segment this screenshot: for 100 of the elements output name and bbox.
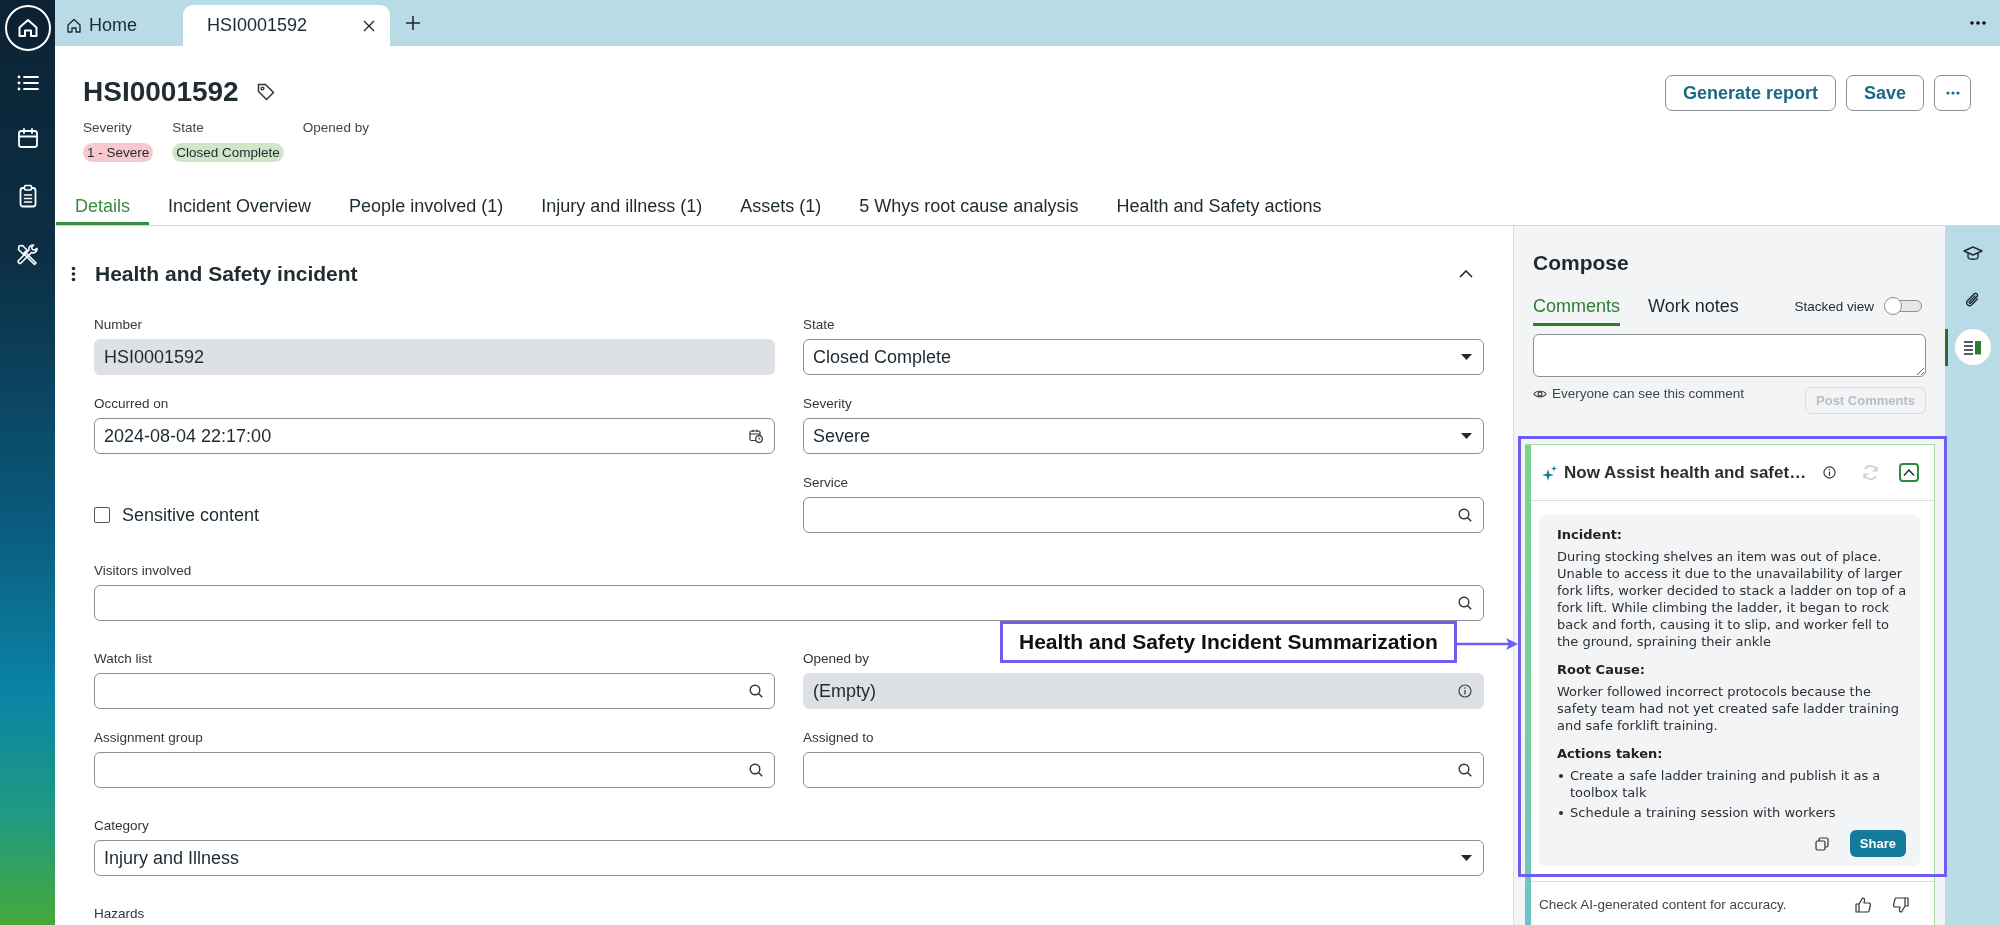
meta-label: State (172, 120, 204, 136)
field-label: Number (94, 317, 143, 333)
record-tab[interactable]: Assets (1) (721, 190, 841, 225)
tag-icon[interactable] (256, 83, 275, 101)
bullet-icon (1559, 774, 1563, 778)
share-button[interactable]: Share (1849, 830, 1906, 857)
visibility-note: Everyone can see this comment (1552, 386, 1745, 402)
lookup-field[interactable] (94, 752, 775, 788)
more-icon (1945, 91, 1960, 95)
record-tab[interactable]: Injury and illness (1) (522, 190, 722, 225)
more-button[interactable] (1934, 75, 1971, 111)
callout-label: Health and Safety Incident Summarization (1000, 621, 1457, 663)
lookup-field[interactable] (94, 673, 775, 709)
lookup-field[interactable] (803, 497, 1484, 533)
clipboard-icon[interactable] (17, 184, 38, 208)
summary-heading: Root Cause: (1557, 661, 1646, 678)
card-title: Now Assist health and safet… (1564, 462, 1807, 483)
meta-label: Severity (83, 120, 132, 136)
record-title: HSI0001592 (83, 76, 239, 108)
field-label: Service (803, 475, 849, 491)
eye-icon (1533, 389, 1547, 399)
toggle-switch[interactable] (1884, 297, 1922, 315)
record-tab[interactable]: Incident Overview (149, 190, 331, 225)
info-icon[interactable] (1823, 466, 1837, 479)
home-icon (67, 18, 81, 33)
collapse-button[interactable] (1899, 463, 1919, 482)
paperclip-icon (1965, 291, 1980, 309)
compose-tab[interactable]: Comments (1533, 288, 1621, 326)
checkbox[interactable] (94, 507, 110, 523)
status-badge: Closed Complete (172, 143, 284, 162)
home-icon[interactable] (4, 5, 51, 51)
rail-button[interactable] (1954, 329, 1991, 365)
field-label: Severity (803, 396, 853, 412)
summary-heading: Incident: (1557, 526, 1624, 543)
kebab-icon[interactable] (71, 266, 76, 282)
calendar-clock-icon[interactable] (749, 429, 763, 443)
summary-heading: Actions taken: (1557, 745, 1664, 762)
disclaimer-text: Check AI-generated content for accuracy. (1539, 896, 1787, 914)
sparkle-icon (1542, 464, 1557, 481)
caret-down-icon (1461, 433, 1472, 439)
select-field[interactable]: Closed Complete (803, 339, 1484, 375)
field-label: Assigned to (803, 730, 875, 746)
close-icon[interactable] (363, 19, 376, 32)
date-field[interactable]: 2024-08-04 22:17:00 (94, 418, 775, 454)
list-item-text: Create a safe ladder training and publish it as a toolbox talk (1570, 767, 1882, 801)
record-tab[interactable]: People involved (1) (330, 190, 523, 225)
lookup-field[interactable] (803, 752, 1484, 788)
action-button[interactable]: Save (1845, 75, 1924, 111)
list-item-text: Schedule a training session with workers (1570, 804, 1836, 821)
readonly-field: (Empty) (803, 673, 1484, 709)
select-field[interactable]: Injury and Illness (94, 840, 1484, 876)
select-field[interactable]: Severe (803, 418, 1484, 454)
field-label: State (803, 317, 836, 333)
thumbs-up-icon[interactable] (1854, 896, 1872, 914)
graduation-cap-icon (1962, 245, 1983, 261)
comment-field[interactable] (1533, 334, 1926, 377)
search-icon[interactable] (1458, 508, 1472, 522)
thumbs-down-icon[interactable] (1892, 896, 1910, 914)
chevron-icon[interactable] (1459, 270, 1473, 278)
section-title: Health and Safety incident (95, 262, 358, 286)
browser-tab[interactable]: Home (55, 5, 183, 46)
toggle-label: Stacked view (1794, 298, 1874, 314)
field-label: Watch list (94, 651, 153, 667)
compose-tab[interactable]: Work notes (1648, 288, 1739, 326)
field-label: Category (94, 818, 150, 834)
more-icon[interactable] (1970, 21, 1986, 25)
lookup-field[interactable] (94, 585, 1484, 621)
summary-paragraph: Worker followed incorrect protocols because the safety team had not yet created safe ladder training and safe forklift training. (1557, 683, 1901, 734)
record-tab[interactable]: Health and Safety actions (1097, 190, 1341, 225)
field-label: Hazards (94, 906, 146, 922)
plus-icon[interactable] (405, 15, 422, 31)
callout-arrow (1457, 637, 1518, 651)
tools-icon[interactable] (15, 243, 40, 267)
search-icon[interactable] (1458, 763, 1472, 777)
selection-indicator (1945, 329, 1948, 366)
meta-label: Opened by (302, 120, 369, 136)
field-label: Occurred on (94, 396, 170, 412)
caret-down-icon (1461, 354, 1472, 360)
caret-down-icon (1461, 855, 1472, 861)
calendar-icon[interactable] (16, 127, 39, 149)
bullet-icon (1559, 811, 1563, 815)
record-tab[interactable]: Details (56, 190, 150, 225)
panel-title: Compose (1533, 250, 1630, 276)
action-button[interactable]: Generate report (1664, 75, 1836, 111)
field-label: Assignment group (94, 730, 204, 746)
search-icon[interactable] (749, 684, 763, 698)
search-icon[interactable] (749, 763, 763, 777)
field-label: Opened by (803, 651, 871, 667)
summary-paragraph: During stocking shelves an item was out of place. Unable to access it due to the unavailability of larger fork lifts, worker decided to stack a ladder on top of a fork lift. While climbing the ladder, it began to rock back and forth, causing it to slip, and worker fell to the ground, spraining their ankle (1557, 548, 1908, 650)
browser-tab[interactable]: HSI0001592 (183, 5, 391, 46)
field-label: Visitors involved (94, 563, 193, 579)
status-badge: 1 - Severe (83, 143, 154, 162)
search-icon[interactable] (1458, 596, 1472, 610)
copy-icon[interactable] (1814, 836, 1829, 851)
chevron-icon (1903, 469, 1915, 476)
record-tab[interactable]: 5 Whys root cause analysis (840, 190, 1098, 225)
checkbox-label: Sensitive content (122, 504, 260, 526)
list-icon[interactable] (16, 74, 39, 92)
readonly-field: HSI0001592 (94, 339, 775, 375)
info-icon[interactable] (1458, 684, 1472, 698)
